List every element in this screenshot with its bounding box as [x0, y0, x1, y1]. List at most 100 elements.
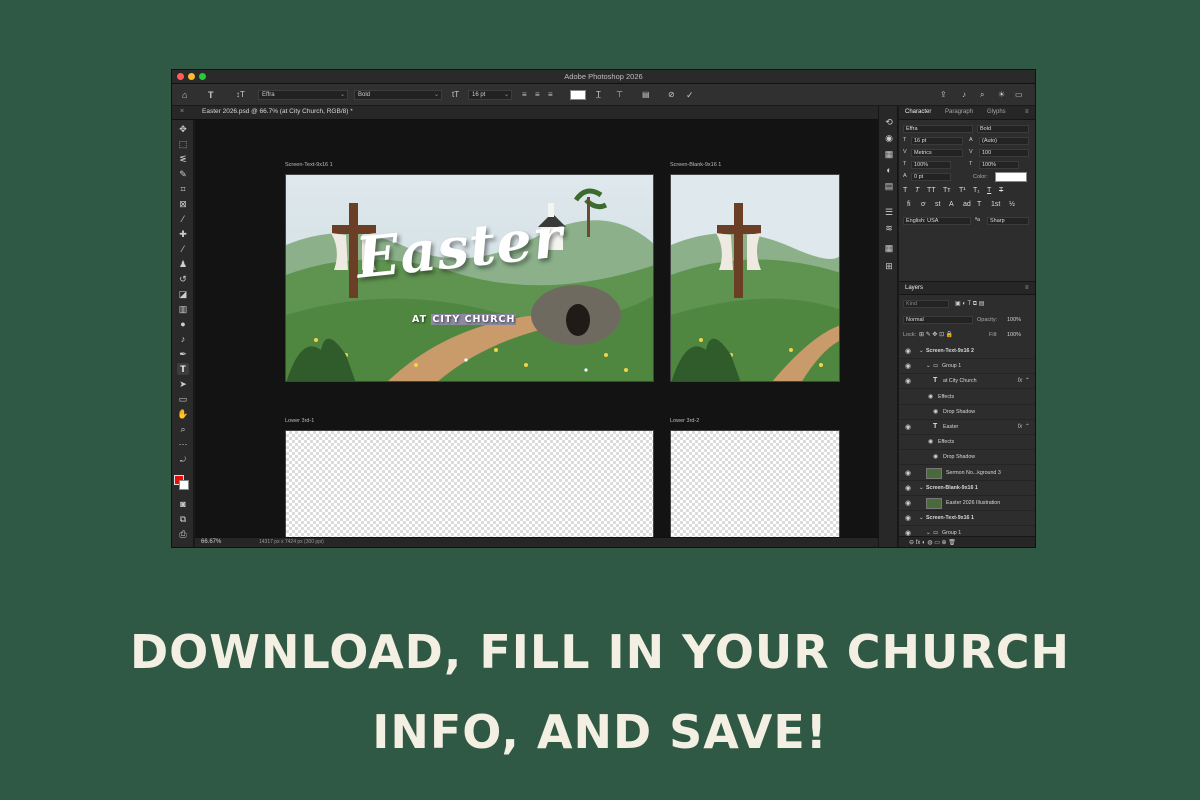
layers-menu-icon[interactable]: ≡: [1025, 285, 1029, 291]
ligatures-icon[interactable]: fi: [907, 201, 911, 208]
background-color-swatch[interactable]: [179, 480, 189, 490]
visibility-eye-icon[interactable]: ◉: [905, 347, 911, 355]
layer-filter-icons[interactable]: ▣ ◐ T ⧉ ▤: [955, 300, 984, 308]
char-font-size[interactable]: 16 pt: [911, 137, 963, 145]
warp-text-icon[interactable]: T̲: [596, 89, 601, 101]
layer-row[interactable]: ◉ T Easter fx ⌃: [899, 420, 1035, 435]
history-icon[interactable]: ⟲: [883, 116, 895, 128]
ordinals-icon[interactable]: T: [977, 201, 981, 208]
artboard-lower-third-1[interactable]: [285, 430, 654, 538]
type-tool-preset-icon[interactable]: T: [208, 89, 214, 101]
layer-row[interactable]: ◉ Easter 2026 Illustration: [899, 496, 1035, 511]
superscript-icon[interactable]: T¹: [959, 187, 966, 194]
cancel-icon[interactable]: ⊘: [668, 89, 675, 101]
layer-row[interactable]: ◉ ⌄ Screen-Blank-9x16 1: [899, 481, 1035, 496]
quick-select-tool-icon[interactable]: ✎: [177, 168, 189, 180]
chevron-down-icon[interactable]: ⌄: [919, 348, 923, 354]
properties-icon[interactable]: ☰: [883, 206, 895, 218]
artboard-screen-blank[interactable]: [670, 174, 840, 382]
workspace-icon[interactable]: ▭: [1015, 89, 1023, 101]
strikethrough-icon[interactable]: T: [999, 187, 1003, 194]
subtitle-text[interactable]: AT CITY CHURCH: [412, 314, 517, 325]
layer-row[interactable]: ◉ ⌄ Screen-Text-9x16 2: [899, 344, 1035, 359]
crop-tool-icon[interactable]: ⌗: [177, 183, 189, 195]
layer-row[interactable]: ◉ Drop Shadow: [899, 405, 1035, 420]
char-horizontal-scale[interactable]: 100%: [979, 161, 1019, 169]
tab-glyphs[interactable]: Glyphs: [987, 109, 1006, 115]
visibility-eye-icon[interactable]: ◉: [905, 423, 911, 431]
visibility-eye-icon[interactable]: ◉: [905, 377, 911, 385]
visibility-eye-icon[interactable]: ◉: [933, 408, 938, 415]
color-icon[interactable]: ◉: [883, 132, 895, 144]
frame-tool-icon[interactable]: ⊠: [177, 198, 189, 210]
marquee-tool-icon[interactable]: ⬚: [177, 138, 189, 150]
layer-actions-icons[interactable]: ⊖ fx ◐ ◍ ▭ ⊕ 🗑: [909, 539, 956, 546]
visibility-eye-icon[interactable]: ◉: [905, 514, 911, 522]
tab-character[interactable]: Character: [905, 109, 931, 115]
swatches-icon[interactable]: ▦: [883, 148, 895, 160]
char-color-swatch[interactable]: [995, 172, 1027, 182]
layer-row[interactable]: ◉ Tat City Church fx ⌃: [899, 374, 1035, 390]
opacity-value[interactable]: 100%: [1007, 317, 1021, 323]
old-style-icon[interactable]: ơ: [921, 201, 926, 208]
char-baseline-shift[interactable]: 0 pt: [911, 173, 951, 181]
char-vertical-scale[interactable]: 100%: [911, 161, 951, 169]
layer-row[interactable]: ◉ ⌄ ▭ Group 1: [899, 359, 1035, 375]
char-font-style[interactable]: Bold: [977, 125, 1029, 133]
libraries-icon[interactable]: ▤: [883, 180, 895, 192]
stylistic-alternates-icon[interactable]: A: [949, 201, 954, 208]
visibility-eye-icon[interactable]: ◉: [905, 499, 911, 507]
artboard-label[interactable]: Screen-Text-9x16 1: [285, 162, 333, 168]
swap-colors-icon[interactable]: ⤾: [177, 455, 189, 467]
pen-tool-icon[interactable]: ✒: [177, 348, 189, 360]
path-selection-tool-icon[interactable]: ➤: [177, 378, 189, 390]
edit-toolbar-icon[interactable]: ⎙: [177, 528, 189, 540]
brush-tool-icon[interactable]: ⁄: [177, 243, 189, 255]
layer-row[interactable]: ◉ Sermon No...kground 3: [899, 466, 1035, 481]
text-color-swatch[interactable]: [570, 90, 586, 100]
rectangle-tool-icon[interactable]: ▭: [177, 393, 189, 405]
fractions-icon[interactable]: 1st: [991, 201, 1000, 208]
layer-row[interactable]: ◉ Effects: [899, 435, 1035, 451]
share-icon[interactable]: ⇪: [940, 89, 947, 101]
font-size-dropdown[interactable]: 16 pt ⌄: [468, 90, 512, 100]
fx-icon[interactable]: fx ⌃: [1018, 423, 1029, 430]
subscript-icon[interactable]: T₁: [973, 187, 980, 194]
tab-paragraph[interactable]: Paragraph: [945, 109, 973, 115]
fx-icon[interactable]: fx ⌃: [1018, 377, 1029, 384]
faux-bold-icon[interactable]: T: [903, 187, 907, 194]
align-right-icon[interactable]: ≡: [548, 89, 553, 101]
channels-icon[interactable]: ≋: [883, 222, 895, 234]
char-kerning[interactable]: Metrics: [911, 149, 963, 157]
artboard-label[interactable]: Screen-Blank-9x16 1: [670, 162, 721, 168]
healing-brush-tool-icon[interactable]: ✚: [177, 228, 189, 240]
all-caps-icon[interactable]: TT: [927, 187, 936, 194]
chevron-down-icon[interactable]: ⌄: [919, 515, 923, 521]
character-panel-toggle-icon[interactable]: ⊤: [616, 89, 623, 101]
history-brush-tool-icon[interactable]: ↺: [177, 273, 189, 285]
visibility-eye-icon[interactable]: ◉: [933, 453, 938, 460]
notification-bell-icon[interactable]: ♪: [962, 89, 966, 101]
discover-lightbulb-icon[interactable]: ☀: [998, 89, 1005, 101]
small-caps-icon[interactable]: Tт: [943, 187, 950, 194]
more-tools-icon[interactable]: ⋯: [177, 438, 189, 450]
table-icon[interactable]: ▦: [883, 242, 895, 254]
char-antialias[interactable]: Sharp: [987, 217, 1029, 225]
char-leading[interactable]: (Auto): [979, 137, 1029, 145]
dodge-tool-icon[interactable]: ♪: [177, 333, 189, 345]
visibility-eye-icon[interactable]: ◉: [905, 469, 911, 477]
layer-row[interactable]: ◉ Effects: [899, 390, 1035, 405]
layer-row[interactable]: ◉ Drop Shadow: [899, 450, 1035, 466]
clone-stamp-tool-icon[interactable]: ♟: [177, 258, 189, 270]
visibility-eye-icon[interactable]: ◉: [905, 484, 911, 492]
home-icon[interactable]: ⌂: [182, 89, 187, 101]
lasso-tool-icon[interactable]: ᓬ: [177, 153, 189, 165]
document-info[interactable]: 14317 px x 7424 px (300 ppi): [259, 539, 324, 545]
document-tab[interactable]: × Easter 2026.psd @ 66.7% (at City Churc…: [172, 106, 878, 120]
blend-mode-dropdown[interactable]: Normal: [903, 316, 973, 324]
underline-icon[interactable]: T: [987, 187, 991, 194]
artboard-lower-third-2[interactable]: [670, 430, 840, 538]
artboard-label[interactable]: Lower 3rd-1: [285, 418, 314, 424]
char-tracking[interactable]: 100: [979, 149, 1029, 157]
align-left-icon[interactable]: ≡: [522, 89, 527, 101]
